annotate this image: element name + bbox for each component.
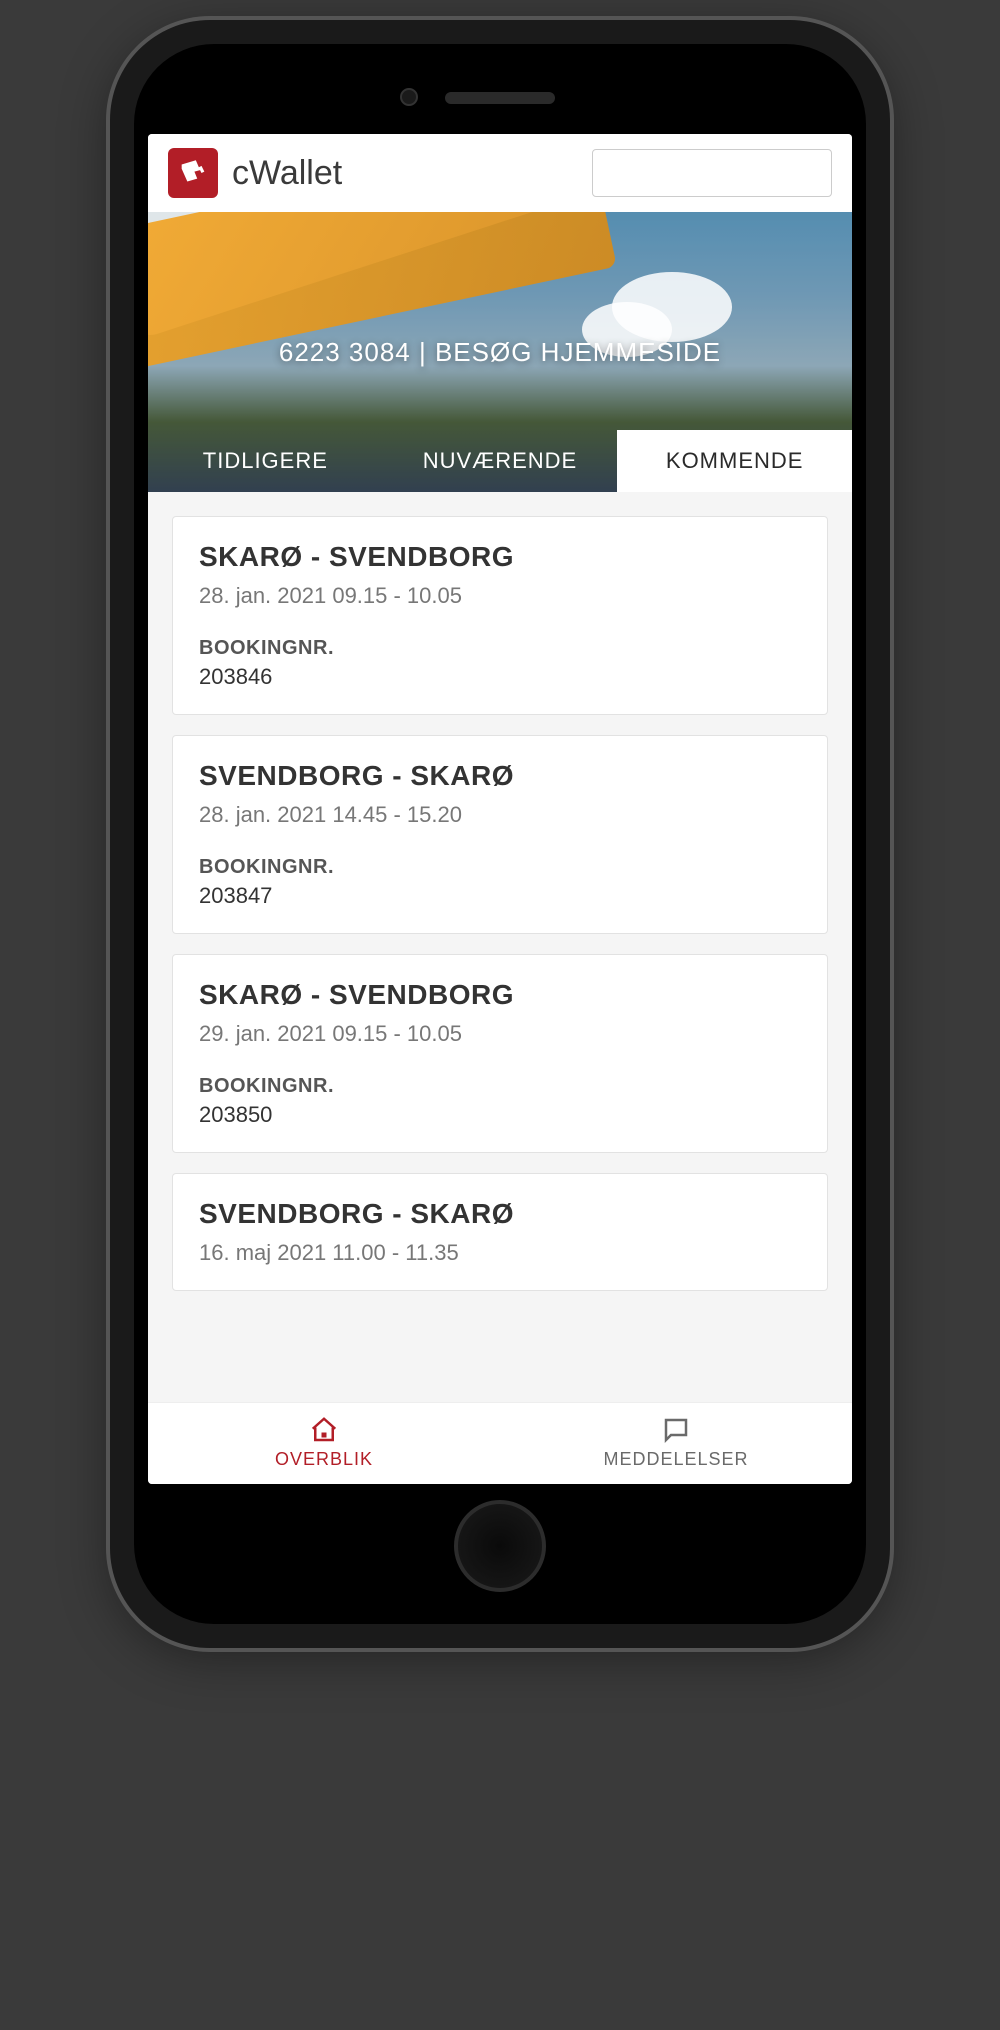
route: SVENDBORG - SKARØ	[199, 1198, 801, 1230]
home-icon	[309, 1415, 339, 1445]
booking-card[interactable]: SVENDBORG - SKARØ 16. maj 2021 11.00 - 1…	[172, 1173, 828, 1291]
nav-label: OVERBLIK	[275, 1449, 373, 1470]
booking-label: BOOKINGNR.	[199, 1075, 801, 1098]
banner: 6223 3084 | BESØG HJEMMESIDE TIDLIGERE N…	[148, 212, 852, 492]
booking-number: 203850	[199, 1102, 801, 1128]
top-bar: cWallet	[148, 134, 852, 212]
home-button[interactable]	[454, 1500, 546, 1592]
nav-label: MEDDELELSER	[603, 1449, 748, 1470]
booking-card[interactable]: SVENDBORG - SKARØ 28. jan. 2021 14.45 - …	[172, 735, 828, 934]
route: SKARØ - SVENDBORG	[199, 979, 801, 1011]
route: SVENDBORG - SKARØ	[199, 760, 801, 792]
booking-number: 203846	[199, 664, 801, 690]
banner-text[interactable]: 6223 3084 | BESØG HJEMMESIDE	[279, 337, 721, 368]
booking-number: 203847	[199, 883, 801, 909]
chat-icon	[661, 1415, 691, 1445]
phone-frame: cWallet 6223 3084 | BESØG HJEMMESIDE TID…	[110, 20, 890, 1648]
visit-website-link[interactable]: BESØG HJEMMESIDE	[435, 337, 721, 367]
nav-messages[interactable]: MEDDELELSER	[500, 1403, 852, 1484]
ticket-icon	[176, 156, 210, 190]
tab-previous[interactable]: TIDLIGERE	[148, 430, 383, 492]
date-range: 29. jan. 2021 09.15 - 10.05	[199, 1021, 801, 1047]
app-logo[interactable]	[168, 148, 218, 198]
phone-number[interactable]: 6223 3084	[279, 337, 411, 367]
booking-list: SKARØ - SVENDBORG 28. jan. 2021 09.15 - …	[148, 492, 852, 1402]
booking-card[interactable]: SKARØ - SVENDBORG 28. jan. 2021 09.15 - …	[172, 516, 828, 715]
date-range: 28. jan. 2021 09.15 - 10.05	[199, 583, 801, 609]
speaker-grille	[445, 92, 555, 104]
route: SKARØ - SVENDBORG	[199, 541, 801, 573]
phone-body: cWallet 6223 3084 | BESØG HJEMMESIDE TID…	[134, 44, 866, 1624]
screen: cWallet 6223 3084 | BESØG HJEMMESIDE TID…	[148, 134, 852, 1484]
nav-overview[interactable]: OVERBLIK	[148, 1403, 500, 1484]
tabs: TIDLIGERE NUVÆRENDE KOMMENDE	[148, 430, 852, 492]
booking-label: BOOKINGNR.	[199, 637, 801, 660]
app-title: cWallet	[232, 154, 578, 193]
search-input[interactable]	[592, 149, 832, 197]
date-range: 16. maj 2021 11.00 - 11.35	[199, 1240, 801, 1266]
tab-current[interactable]: NUVÆRENDE	[383, 430, 618, 492]
booking-card[interactable]: SKARØ - SVENDBORG 29. jan. 2021 09.15 - …	[172, 954, 828, 1153]
bottom-nav: OVERBLIK MEDDELELSER	[148, 1402, 852, 1484]
tab-upcoming[interactable]: KOMMENDE	[617, 430, 852, 492]
camera-dot	[400, 88, 418, 106]
booking-label: BOOKINGNR.	[199, 856, 801, 879]
date-range: 28. jan. 2021 14.45 - 15.20	[199, 802, 801, 828]
